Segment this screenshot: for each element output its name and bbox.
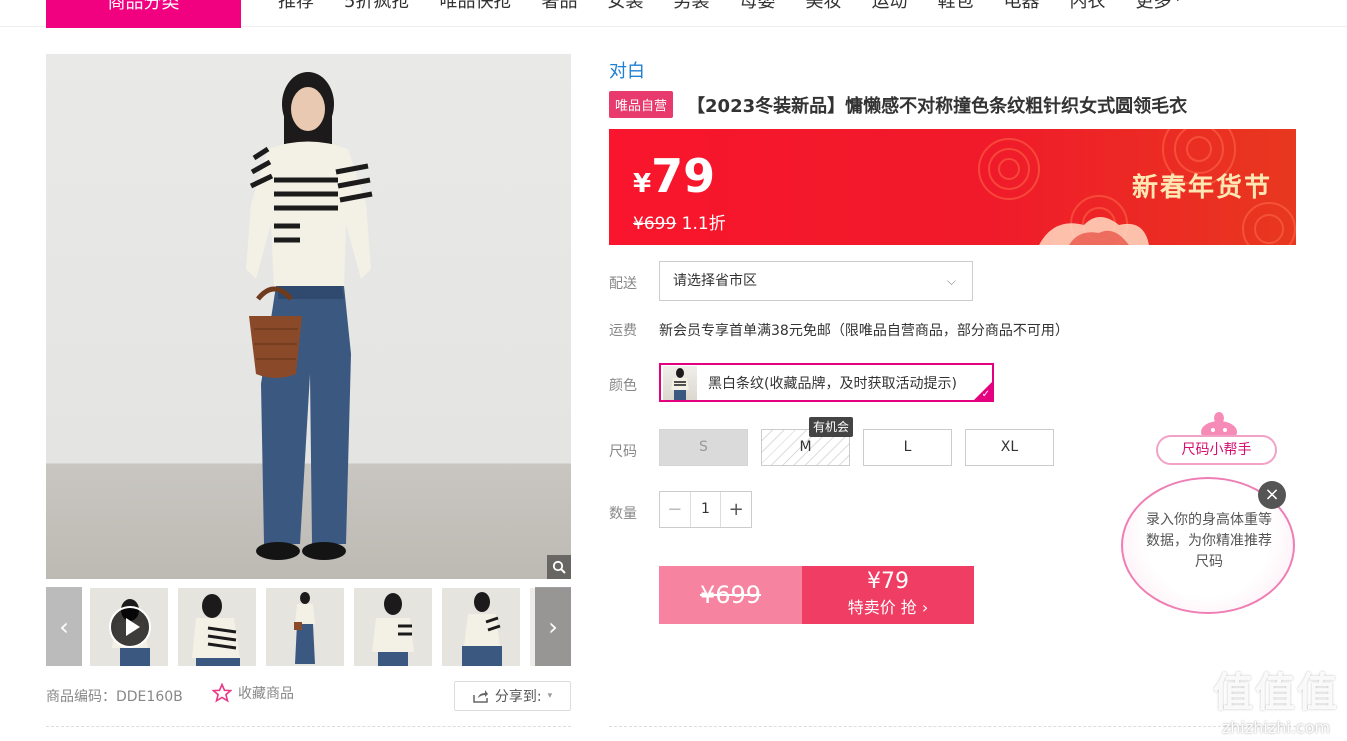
share-label: 分享到: <box>494 689 542 705</box>
product-code: 商品编码：DDE160B <box>46 689 183 705</box>
nav-item-men[interactable]: 男装 <box>673 0 709 16</box>
thumbnail-photo <box>442 588 520 666</box>
nav-item-baby[interactable]: 母婴 <box>739 0 775 16</box>
size-option-xl[interactable]: XL <box>965 429 1054 466</box>
thumbnail-4[interactable] <box>354 588 432 666</box>
favorite-label: 收藏商品 <box>238 686 294 702</box>
color-option-label: 黑白条纹(收藏品牌，及时获取活动提示) <box>708 375 957 392</box>
current-price: ¥79 <box>633 149 715 203</box>
thumbnail-photo <box>354 588 432 666</box>
nav-item-luxury[interactable]: 奢品 <box>541 0 577 16</box>
size-m-tooltip: 有机会 <box>809 417 854 437</box>
quantity-stepper: − 1 + <box>659 491 752 528</box>
delivery-label: 配送 <box>609 276 637 292</box>
quantity-increase-button[interactable]: + <box>720 492 751 527</box>
shipping-label: 运费 <box>609 323 637 339</box>
nav-item-more[interactable]: 更多 ˅ <box>1135 0 1180 16</box>
thumbnail-photo <box>266 588 344 666</box>
play-icon[interactable] <box>109 606 151 648</box>
nav-items: 推荐 5折疯抢 唯品快抢 奢品 女装 男装 母婴 美妆 运动 鞋包 电器 内衣 … <box>278 0 1210 16</box>
price-banner: ¥79 ¥699 1.1折 新春年货节 <box>609 129 1296 245</box>
divider-right <box>609 726 1296 727</box>
color-option-selected[interactable]: 黑白条纹(收藏品牌，及时获取活动提示) ✓ <box>659 363 994 402</box>
nav-item-recommend[interactable]: 推荐 <box>278 0 314 16</box>
color-swatch-image <box>663 365 697 400</box>
thumbnail-2[interactable] <box>178 588 256 666</box>
nav-item-appliances[interactable]: 电器 <box>1003 0 1039 16</box>
watermark: 值值值 zhizhizhi.com <box>1213 660 1339 737</box>
thumbnail-video[interactable] <box>90 588 168 666</box>
chevron-right-icon: › <box>548 612 558 641</box>
nav-item-shoes-bags[interactable]: 鞋包 <box>937 0 973 16</box>
share-button[interactable]: 分享到: ▾ <box>454 681 571 711</box>
quantity-input[interactable]: 1 <box>691 492 721 527</box>
thumbnail-5[interactable] <box>442 588 520 666</box>
shipping-text: 新会员专享首单满38元免邮（限唯品自营商品，部分商品不可用） <box>659 323 1069 339</box>
quantity-label: 数量 <box>609 506 637 522</box>
chevron-down-icon: ⌵ <box>946 274 956 288</box>
nav-item-sports[interactable]: 运动 <box>871 0 907 16</box>
watermark-logo: 值值值 <box>1213 670 1339 716</box>
title-row: 唯品自营 【2023冬装新品】慵懒感不对称撞色条纹粗针织女式圆领毛衣 <box>609 91 1187 118</box>
divider-left <box>46 726 571 727</box>
size-helper-button[interactable]: 尺码小帮手 <box>1156 435 1277 465</box>
festival-label: 新春年货节 <box>1131 173 1272 203</box>
discount-text: 1.1折 <box>681 214 726 234</box>
size-helper-text: 录入你的身高体重等数据，为你精准推荐尺码 <box>1146 512 1272 570</box>
quantity-decrease-button[interactable]: − <box>660 492 691 527</box>
nav-item-women[interactable]: 女装 <box>607 0 643 16</box>
nav-item-flash-sale[interactable]: 唯品快抢 <box>439 0 511 16</box>
star-icon <box>212 683 232 703</box>
region-select[interactable]: 请选择省市区 ⌵ <box>659 261 973 301</box>
self-operated-badge: 唯品自营 <box>609 91 674 118</box>
color-label: 颜色 <box>609 378 637 394</box>
thumbnail-next-button[interactable]: › <box>535 587 571 666</box>
current-price-value: 79 <box>651 149 716 203</box>
chevron-left-icon: ‹ <box>59 612 69 641</box>
nav-item-underwear[interactable]: 内衣 <box>1069 0 1105 16</box>
special-buy-button[interactable]: ¥79 特卖价 抢 › <box>802 566 974 624</box>
region-select-value: 请选择省市区 <box>673 273 757 289</box>
size-option-s[interactable]: S <box>659 429 748 466</box>
share-icon <box>473 690 488 703</box>
size-label: 尺码 <box>609 444 637 460</box>
main-product-image[interactable] <box>46 54 571 579</box>
watermark-url: zhizhizhi.com <box>1221 718 1331 737</box>
thumbnail-strip: ‹ › <box>46 587 571 666</box>
thumbnail-prev-button[interactable]: ‹ <box>46 587 82 666</box>
currency-symbol: ¥ <box>633 169 652 199</box>
model-photo <box>246 72 373 560</box>
special-label: 特卖价 抢 › <box>847 598 929 617</box>
brand-link[interactable]: 对白 <box>609 57 645 83</box>
product-title: 【2023冬装新品】慵懒感不对称撞色条纹粗针织女式圆领毛衣 <box>687 95 1188 117</box>
nav-item-beauty[interactable]: 美妆 <box>805 0 841 16</box>
product-meta-row: 商品编码：DDE160B 收藏商品 分享到: ▾ <box>46 680 571 711</box>
caret-down-icon: ▾ <box>547 691 553 701</box>
check-icon: ✓ <box>981 389 990 400</box>
original-price-button[interactable]: ¥699 <box>659 566 802 624</box>
product-page: 商品分类 推荐 5折疯抢 唯品快抢 奢品 女装 男装 母婴 美妆 运动 鞋包 电… <box>0 0 1347 741</box>
original-price-row: ¥699 1.1折 <box>633 209 726 234</box>
original-price: ¥699 <box>633 214 677 234</box>
nav-item-half-price[interactable]: 5折疯抢 <box>344 0 409 16</box>
chevron-down-icon: ˅ <box>1171 0 1181 10</box>
buy-bar: ¥699 ¥79 特卖价 抢 › <box>659 566 974 624</box>
zoom-icon[interactable] <box>547 555 571 579</box>
thumbnail-photo <box>178 588 256 666</box>
category-menu-button[interactable]: 商品分类 <box>46 0 241 28</box>
top-nav: 商品分类 推荐 5折疯抢 唯品快抢 奢品 女装 男装 母婴 美妆 运动 鞋包 电… <box>0 0 1347 28</box>
special-price: ¥79 <box>867 569 909 594</box>
thumbnail-3[interactable] <box>266 588 344 666</box>
close-icon[interactable]: × <box>1258 481 1286 509</box>
favorite-button[interactable]: 收藏商品 <box>212 683 294 703</box>
size-option-l[interactable]: L <box>863 429 952 466</box>
